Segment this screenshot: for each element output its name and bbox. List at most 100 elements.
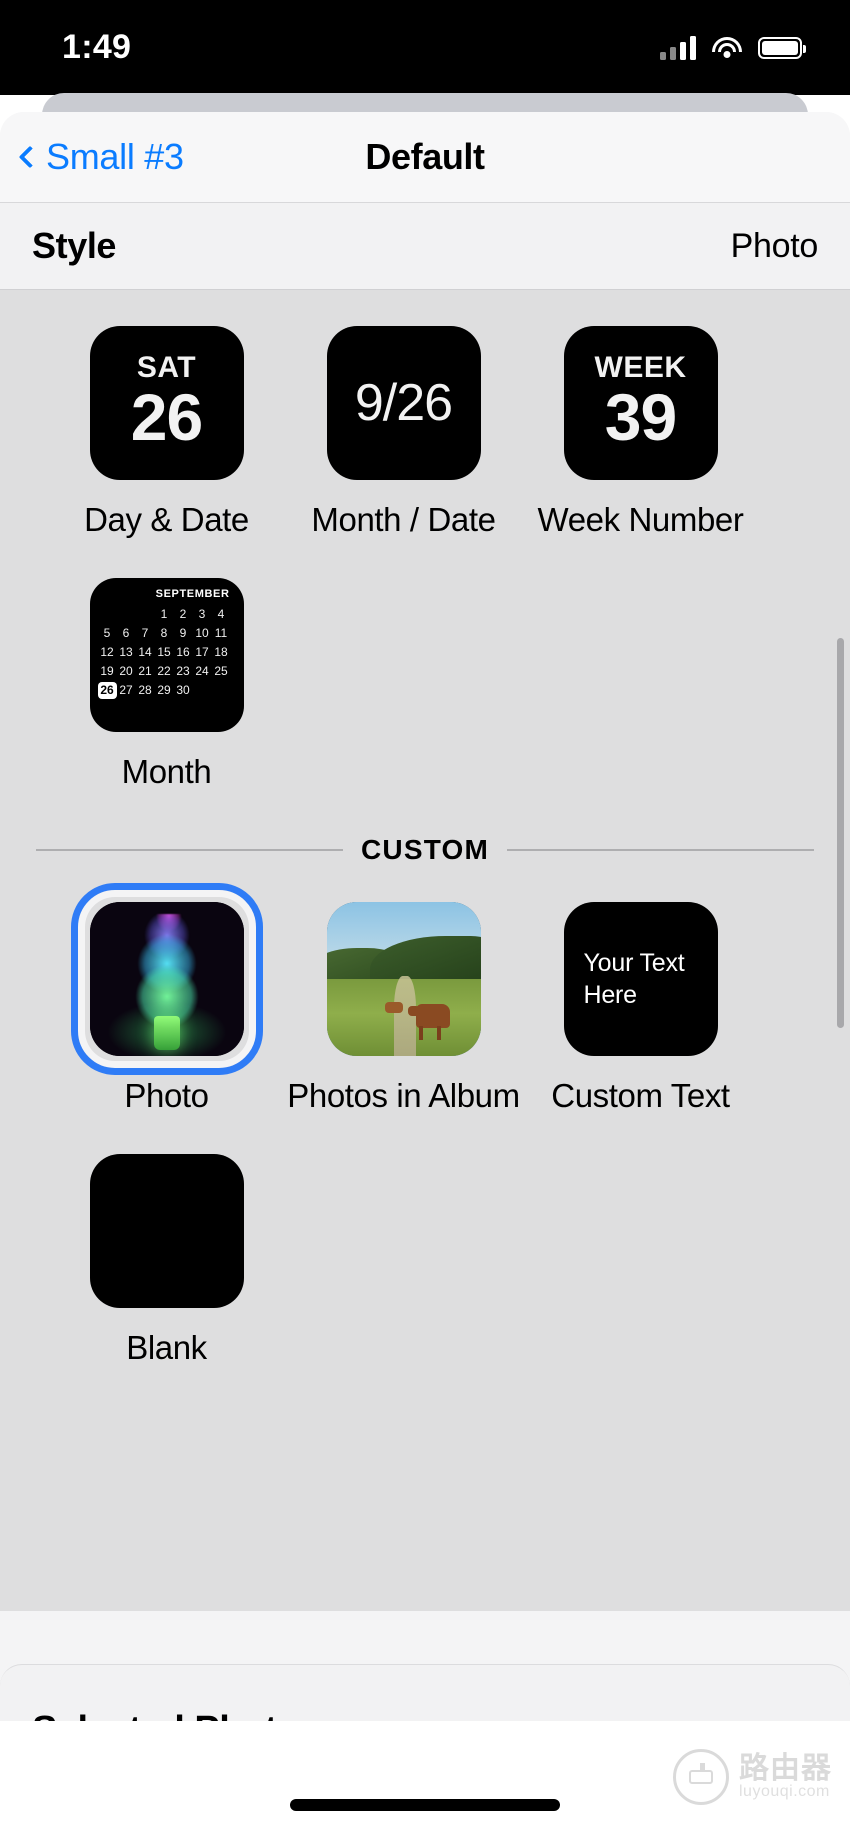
bulb-base bbox=[153, 1015, 180, 1050]
calendar-day: 19 bbox=[100, 663, 114, 678]
day-date-dow: SAT bbox=[136, 351, 197, 385]
calendar-day: 8 bbox=[160, 625, 168, 640]
home-indicator[interactable] bbox=[290, 1799, 560, 1811]
home-indicator-band: 路由器 luyouqi.com bbox=[0, 1721, 850, 1839]
calendar-day: 18 bbox=[214, 644, 228, 659]
week-number-caption: WEEK bbox=[594, 351, 687, 385]
custom-section-divider: CUSTOM bbox=[0, 794, 850, 866]
calendar-day: 14 bbox=[138, 644, 152, 659]
calendar-day: 7 bbox=[141, 625, 149, 640]
calendar-day: 25 bbox=[214, 663, 228, 678]
cellular-signal-icon bbox=[660, 35, 696, 60]
calendar-day: 24 bbox=[195, 663, 209, 678]
photo-thumbnail-lightbulb bbox=[89, 901, 244, 1056]
month-date-value: 9/26 bbox=[354, 374, 453, 432]
watermark-logo-icon bbox=[673, 1749, 729, 1805]
style-option-custom-text[interactable]: Your Text Here Custom Text bbox=[522, 866, 759, 1118]
bulb-shape bbox=[119, 914, 214, 1033]
calendar-day: 22 bbox=[157, 663, 171, 678]
style-option-month-date[interactable]: 9/26 Month / Date bbox=[285, 290, 522, 542]
calendar-day: 30 bbox=[176, 682, 190, 697]
status-bar: 1:49 bbox=[0, 0, 850, 95]
router-icon bbox=[689, 1763, 713, 1784]
calendar-day-grid: 0001234567891011121314151617181920212223… bbox=[97, 606, 236, 699]
site-watermark: 路由器 luyouqi.com bbox=[673, 1749, 832, 1805]
cow-leg-front bbox=[418, 1026, 423, 1041]
calendar-day: 11 bbox=[214, 625, 228, 640]
calendar-day: 27 bbox=[119, 682, 133, 697]
custom-text-preview: Your Text Here bbox=[583, 948, 685, 1009]
style-option-label: Custom Text bbox=[551, 1076, 730, 1114]
watermark-name: 路由器 bbox=[739, 1751, 832, 1785]
style-row[interactable]: Style Photo bbox=[0, 202, 850, 290]
status-bar-time: 1:49 bbox=[62, 28, 132, 66]
photos-in-album-tile[interactable] bbox=[326, 901, 481, 1056]
style-option-label: Day & Date bbox=[84, 501, 249, 538]
style-option-label: Photo bbox=[124, 1076, 209, 1114]
cow-leg-back bbox=[437, 1026, 442, 1041]
calendar-day: 6 bbox=[122, 625, 130, 640]
calendar-day: 28 bbox=[138, 682, 152, 697]
wifi-icon bbox=[712, 36, 742, 59]
style-option-week-number[interactable]: WEEK 39 Week Number bbox=[522, 290, 759, 542]
calendar-month-title: SEPTEMBER bbox=[155, 587, 230, 600]
calendar-day: 10 bbox=[195, 625, 209, 640]
custom-section-label: CUSTOM bbox=[360, 833, 490, 865]
style-option-photo[interactable]: Photo bbox=[48, 866, 285, 1118]
calendar-day: 13 bbox=[119, 644, 133, 659]
blank-tile[interactable] bbox=[89, 1153, 244, 1308]
settings-sheet: Small #3 Default Style Photo SAT 26 Day … bbox=[0, 112, 850, 1839]
photo-thumbnail-landscape bbox=[326, 901, 481, 1056]
phone-screen: 1:49 Small #3 Default Style Photo SAT 26… bbox=[0, 0, 850, 1839]
divider-line-left bbox=[36, 848, 343, 851]
week-number-value: 39 bbox=[604, 380, 677, 455]
month-date-tile[interactable]: 9/26 bbox=[326, 326, 481, 480]
calendar-day: 16 bbox=[176, 644, 190, 659]
style-picker-scroll[interactable]: SAT 26 Day & Date 9/26 Month / Date WEEK… bbox=[0, 290, 850, 1611]
calendar-day: 21 bbox=[138, 663, 152, 678]
calendar-day: 23 bbox=[176, 663, 190, 678]
style-option-label: Photos in Album bbox=[287, 1076, 520, 1114]
photo-tile[interactable] bbox=[89, 901, 244, 1056]
custom-styles-grid: Photo Photos in Album Your Text Here Cus… bbox=[0, 866, 850, 1370]
default-styles-grid: SAT 26 Day & Date 9/26 Month / Date WEEK… bbox=[0, 290, 850, 794]
calendar-day: 3 bbox=[198, 606, 206, 621]
style-option-day-date[interactable]: SAT 26 Day & Date bbox=[48, 290, 285, 542]
calendar-day: 15 bbox=[157, 644, 171, 659]
calendar-day: 4 bbox=[217, 606, 225, 621]
chevron-left-icon bbox=[18, 145, 42, 169]
calendar-day: 9 bbox=[179, 625, 187, 640]
page-title: Default bbox=[365, 136, 485, 177]
day-date-tile[interactable]: SAT 26 bbox=[89, 326, 244, 480]
day-date-number: 26 bbox=[130, 380, 203, 455]
photo-tile-wrapper[interactable] bbox=[70, 882, 263, 1075]
style-option-label: Blank bbox=[126, 1328, 207, 1366]
calendar-day-selected: 26 bbox=[97, 681, 117, 699]
calendar-day: 20 bbox=[119, 663, 133, 678]
back-button-label: Small #3 bbox=[46, 136, 184, 177]
calendar-day: 29 bbox=[157, 682, 171, 697]
cow-near bbox=[407, 1004, 450, 1029]
style-option-label: Month bbox=[121, 752, 212, 790]
calendar-day: 1 bbox=[160, 606, 168, 621]
battery-icon bbox=[758, 36, 806, 59]
navigation-bar: Small #3 Default bbox=[0, 112, 850, 202]
style-option-blank[interactable]: Blank bbox=[48, 1118, 285, 1370]
calendar-day: 17 bbox=[195, 644, 209, 659]
status-bar-indicators bbox=[660, 35, 806, 60]
style-option-photos-in-album[interactable]: Photos in Album bbox=[285, 866, 522, 1118]
week-number-tile[interactable]: WEEK 39 bbox=[563, 326, 718, 480]
style-option-label: Week Number bbox=[537, 501, 744, 538]
watermark-url: luyouqi.com bbox=[739, 1783, 830, 1801]
calendar-day: 5 bbox=[103, 625, 111, 640]
style-option-label: Month / Date bbox=[311, 501, 496, 538]
cow-far bbox=[385, 1001, 404, 1013]
style-option-month[interactable]: SEPTEMBER 000123456789101112131415161718… bbox=[48, 542, 285, 794]
divider-line-right bbox=[507, 848, 814, 851]
calendar-day: 12 bbox=[100, 644, 114, 659]
custom-text-tile[interactable]: Your Text Here bbox=[563, 901, 718, 1056]
calendar-day: 2 bbox=[179, 606, 187, 621]
back-button[interactable]: Small #3 bbox=[18, 136, 184, 178]
vertical-scrollbar[interactable] bbox=[837, 638, 844, 1028]
month-calendar-tile[interactable]: SEPTEMBER 000123456789101112131415161718… bbox=[89, 577, 244, 732]
